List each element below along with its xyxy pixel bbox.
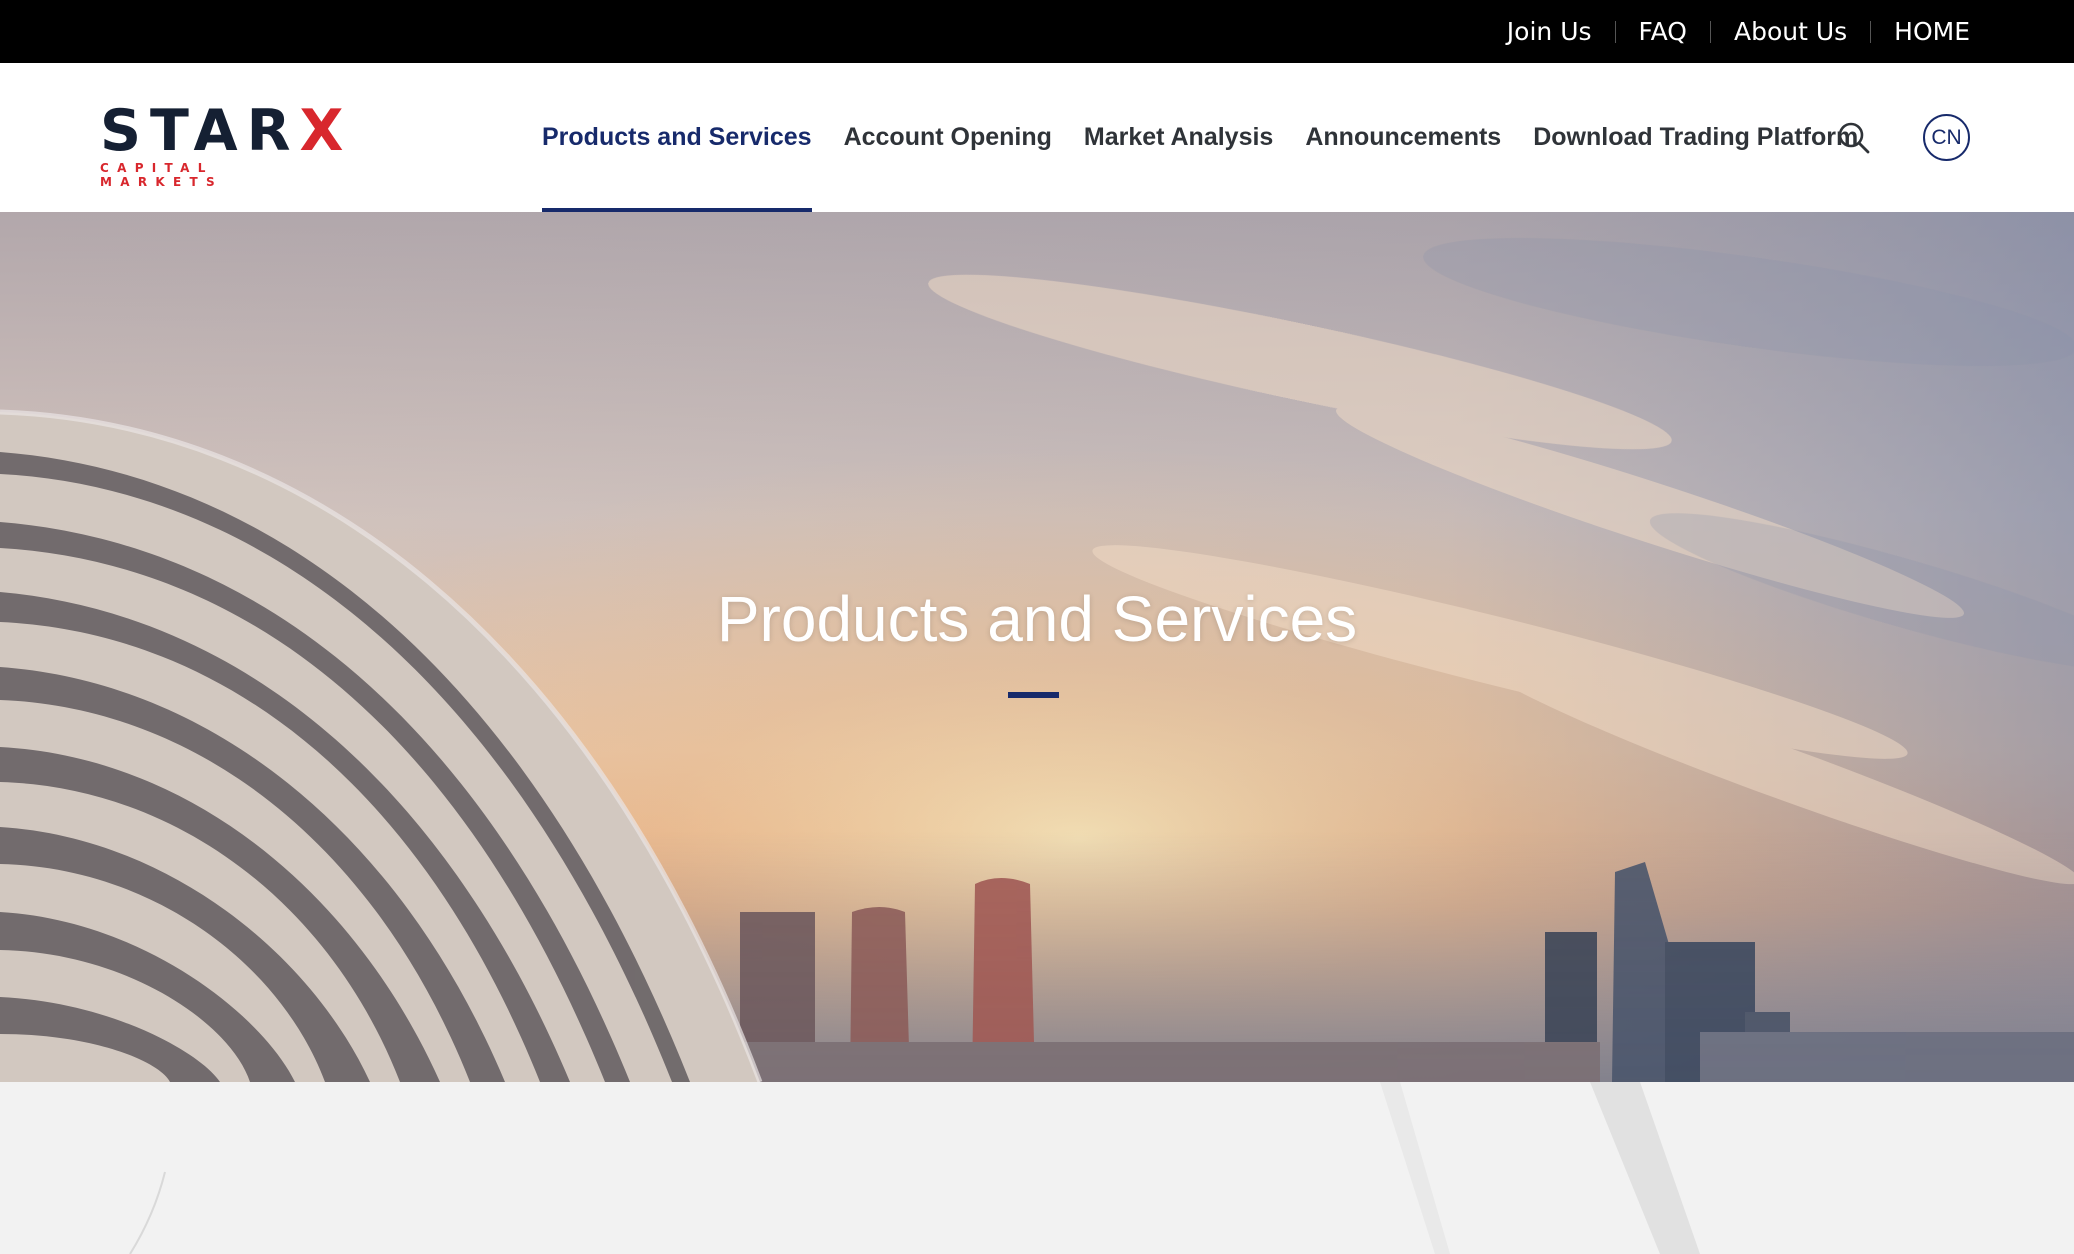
logo-tagline: CAPITAL MARKETS: [100, 161, 223, 189]
nav-item-account-opening[interactable]: Account Opening: [844, 63, 1052, 212]
faq-link[interactable]: FAQ: [1616, 19, 1710, 44]
utility-links: Join Us FAQ About Us HOME: [1484, 0, 1970, 63]
nav-item-announcements[interactable]: Announcements: [1305, 63, 1501, 212]
nav-item-market-analysis[interactable]: Market Analysis: [1084, 63, 1273, 212]
site-header: STARX CAPITAL MARKETS Products and Servi…: [0, 63, 2074, 212]
nav-item-products-and-services[interactable]: Products and Services: [542, 63, 812, 212]
top-utility-bar: Join Us FAQ About Us HOME: [0, 0, 2074, 63]
starx-logo[interactable]: STARX CAPITAL MARKETS: [100, 98, 353, 189]
language-switch-button[interactable]: CN: [1923, 114, 1970, 161]
main-nav: Products and Services Account Opening Ma…: [542, 63, 1890, 212]
hero-title-underline: [1008, 692, 1059, 698]
join-us-link[interactable]: Join Us: [1484, 19, 1615, 44]
nav-item-download-trading-platform[interactable]: Download Trading Platform: [1533, 63, 1858, 212]
background-texture: [0, 1082, 2074, 1254]
hero-banner: Products and Services: [0, 212, 2074, 1082]
about-us-link[interactable]: About Us: [1711, 19, 1870, 44]
hero-title: Products and Services: [716, 583, 1358, 655]
home-link[interactable]: HOME: [1871, 19, 1970, 44]
search-icon[interactable]: [1836, 120, 1872, 156]
content-section-background: [0, 1082, 2074, 1254]
logo-wordmark: STARX: [100, 98, 353, 164]
